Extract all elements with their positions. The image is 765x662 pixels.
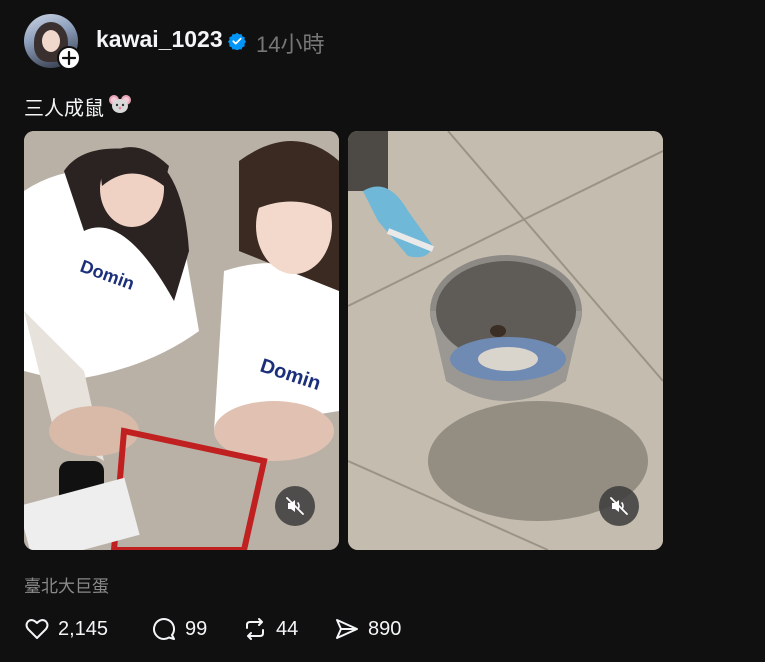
comment-button[interactable]: 99 (151, 616, 207, 642)
muted-speaker-icon (286, 497, 304, 515)
heart-icon (25, 619, 49, 639)
mute-toggle-button[interactable] (275, 486, 315, 526)
repost-count: 44 (276, 617, 299, 640)
video-thumbnail-1[interactable]: Domin Domin (24, 131, 339, 550)
caption-text: 三人成鼠 (24, 98, 104, 120)
share-count: 890 (368, 617, 402, 640)
video-thumbnail-2[interactable] (348, 131, 663, 550)
share-button[interactable]: 890 (334, 616, 401, 642)
like-count: 2,145 (58, 617, 109, 640)
follow-plus-icon[interactable] (57, 46, 81, 70)
author-avatar[interactable] (24, 14, 81, 70)
post-caption: 三人成鼠 (24, 92, 132, 121)
mouse-face-emoji-icon (108, 93, 132, 121)
like-button[interactable]: 2,145 (24, 616, 108, 642)
verified-badge-icon (228, 32, 246, 50)
muted-speaker-icon (610, 497, 628, 515)
username[interactable]: kawai_1023 (96, 26, 223, 53)
repost-icon (246, 618, 264, 640)
comment-bubble-icon (153, 618, 175, 640)
mute-toggle-button[interactable] (599, 486, 639, 526)
send-share-icon (336, 619, 358, 639)
repost-button[interactable]: 44 (242, 616, 298, 642)
post-timestamp[interactable]: 14小時 (256, 27, 324, 59)
comment-count: 99 (185, 617, 208, 640)
location-tag[interactable]: 臺北大巨蛋 (24, 572, 109, 597)
